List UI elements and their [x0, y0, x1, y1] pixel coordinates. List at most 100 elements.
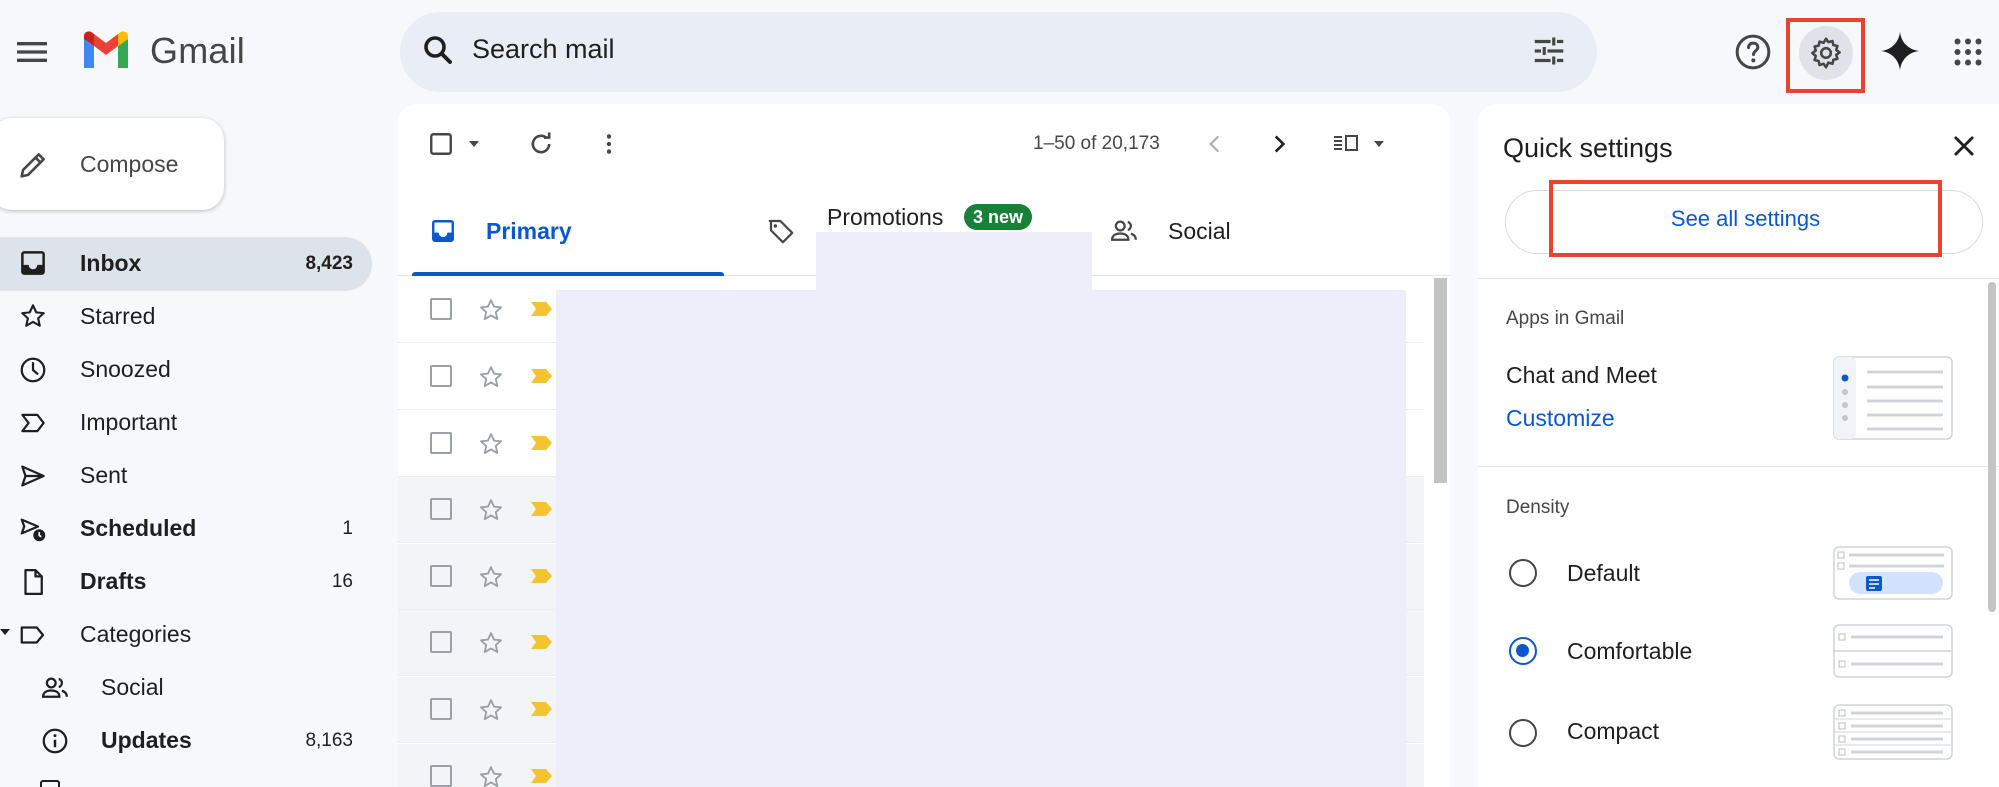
important-marker-icon[interactable] — [530, 700, 554, 718]
row-checkbox[interactable] — [430, 765, 452, 787]
menu-icon — [17, 42, 47, 62]
important-marker-icon[interactable] — [530, 367, 554, 385]
sidebar-item-label: Updates — [101, 727, 192, 753]
chevron-right-icon[interactable] — [1266, 130, 1292, 158]
density-option-label[interactable]: Comfortable — [1567, 638, 1692, 665]
important-marker-icon[interactable] — [530, 300, 554, 318]
star-icon[interactable] — [477, 363, 505, 391]
tune-icon[interactable] — [1530, 32, 1568, 70]
sidebar-item-starred[interactable] — [0, 290, 372, 343]
sidebar-item-label: Drafts — [80, 568, 147, 594]
star-icon[interactable] — [477, 296, 505, 324]
row-checkbox[interactable] — [430, 432, 452, 454]
tag-icon — [766, 216, 796, 246]
density-radio-compact[interactable] — [1509, 719, 1537, 747]
select-all-checkbox[interactable] — [428, 131, 454, 157]
chat-meet-preview — [1833, 356, 1953, 440]
inbox-icon — [18, 248, 48, 278]
select-dropdown-icon[interactable] — [467, 139, 481, 149]
important-marker-icon[interactable] — [530, 567, 554, 585]
density-radio-comfortable[interactable] — [1509, 637, 1537, 665]
caret-down-icon[interactable] — [0, 627, 12, 637]
tab-primary-label: Primary — [486, 218, 572, 244]
density-preview-comfortable — [1833, 624, 1953, 678]
refresh-icon[interactable] — [527, 130, 555, 158]
important-marker-icon[interactable] — [530, 434, 554, 452]
main-menu-button[interactable] — [12, 32, 52, 72]
new-count-badge: 3 new — [964, 204, 1033, 230]
sidebar-item-label: Starred — [80, 303, 156, 329]
density-option-label[interactable]: Default — [1567, 560, 1640, 587]
star-icon[interactable] — [477, 496, 505, 524]
density-option-label[interactable]: Compact — [1567, 718, 1659, 745]
sidebar-item-label: Sent — [80, 462, 128, 488]
gmail-logo[interactable] — [80, 30, 132, 70]
sidebar-item-sent[interactable] — [0, 449, 372, 502]
sidebar-item-label: Social — [101, 674, 164, 700]
gemini-icon[interactable] — [1877, 28, 1923, 74]
sidebar-item-label: Categories — [80, 621, 192, 647]
help-icon[interactable] — [1733, 32, 1773, 72]
important-marker-icon[interactable] — [530, 767, 554, 785]
mail-list-scrollbar[interactable] — [1434, 278, 1447, 483]
divider — [1478, 278, 1999, 279]
chat-and-meet-label: Chat and Meet — [1506, 362, 1657, 388]
tab-social-label: Social — [1168, 218, 1231, 244]
density-preview-compact — [1833, 704, 1953, 760]
sidebar-item-label: Important — [80, 409, 178, 435]
sidebar-item-snoozed[interactable] — [0, 343, 372, 396]
gmail-wordmark: Gmail — [150, 30, 246, 71]
apps-in-gmail-heading: Apps in Gmail — [1506, 308, 1625, 329]
star-icon[interactable] — [477, 430, 505, 458]
row-checkbox[interactable] — [430, 698, 452, 720]
chevron-left-icon[interactable] — [1202, 130, 1228, 158]
row-checkbox[interactable] — [430, 498, 452, 520]
active-tab-indicator — [412, 272, 724, 276]
density-radio-default[interactable] — [1509, 559, 1537, 587]
pagination-text: 1–50 of 20,173 — [1033, 133, 1160, 154]
density-heading: Density — [1506, 497, 1570, 518]
star-icon[interactable] — [477, 563, 505, 591]
row-checkbox[interactable] — [430, 365, 452, 387]
star-icon[interactable] — [477, 629, 505, 657]
row-checkbox[interactable] — [430, 565, 452, 587]
draft-icon — [18, 567, 48, 597]
people-icon — [1109, 216, 1139, 246]
pencil-icon — [16, 148, 50, 182]
send-icon — [18, 461, 48, 491]
density-preview-default — [1833, 546, 1953, 600]
star-icon — [18, 301, 48, 331]
redacted-area — [556, 290, 1406, 787]
see-all-highlight-box — [1549, 180, 1942, 257]
sidebar-item-count: 16 — [331, 571, 353, 592]
sidebar-item-important[interactable] — [0, 396, 372, 449]
row-checkbox[interactable] — [430, 631, 452, 653]
star-icon[interactable] — [477, 696, 505, 724]
sidebar-item-label: Inbox — [80, 250, 142, 276]
sidebar-item-count: 8,423 — [305, 253, 353, 274]
info-icon — [40, 726, 70, 756]
scheduled-icon — [18, 514, 48, 544]
more-vert-icon[interactable] — [596, 130, 622, 158]
close-icon[interactable] — [1950, 132, 1978, 160]
clock-icon — [18, 355, 48, 385]
label-icon — [18, 620, 48, 650]
important-marker-icon[interactable] — [530, 500, 554, 518]
star-icon[interactable] — [477, 763, 505, 787]
quick-settings-scrollbar[interactable] — [1988, 282, 1996, 612]
divider — [1478, 466, 1999, 467]
settings-highlight-box — [1786, 18, 1865, 93]
row-checkbox[interactable] — [430, 298, 452, 320]
important-marker-icon[interactable] — [530, 633, 554, 651]
more-icon — [40, 780, 60, 787]
apps-icon[interactable] — [1950, 34, 1986, 70]
sidebar-item-label: Snoozed — [80, 356, 171, 382]
search-input[interactable]: Search mail — [472, 34, 615, 65]
customize-link[interactable]: Customize — [1506, 405, 1615, 432]
important-icon — [18, 408, 48, 438]
split-dropdown-icon[interactable] — [1372, 139, 1386, 149]
inbox-icon — [430, 218, 456, 244]
split-pane-icon[interactable] — [1332, 132, 1360, 156]
people-icon — [40, 673, 70, 703]
search-icon[interactable] — [420, 32, 456, 68]
